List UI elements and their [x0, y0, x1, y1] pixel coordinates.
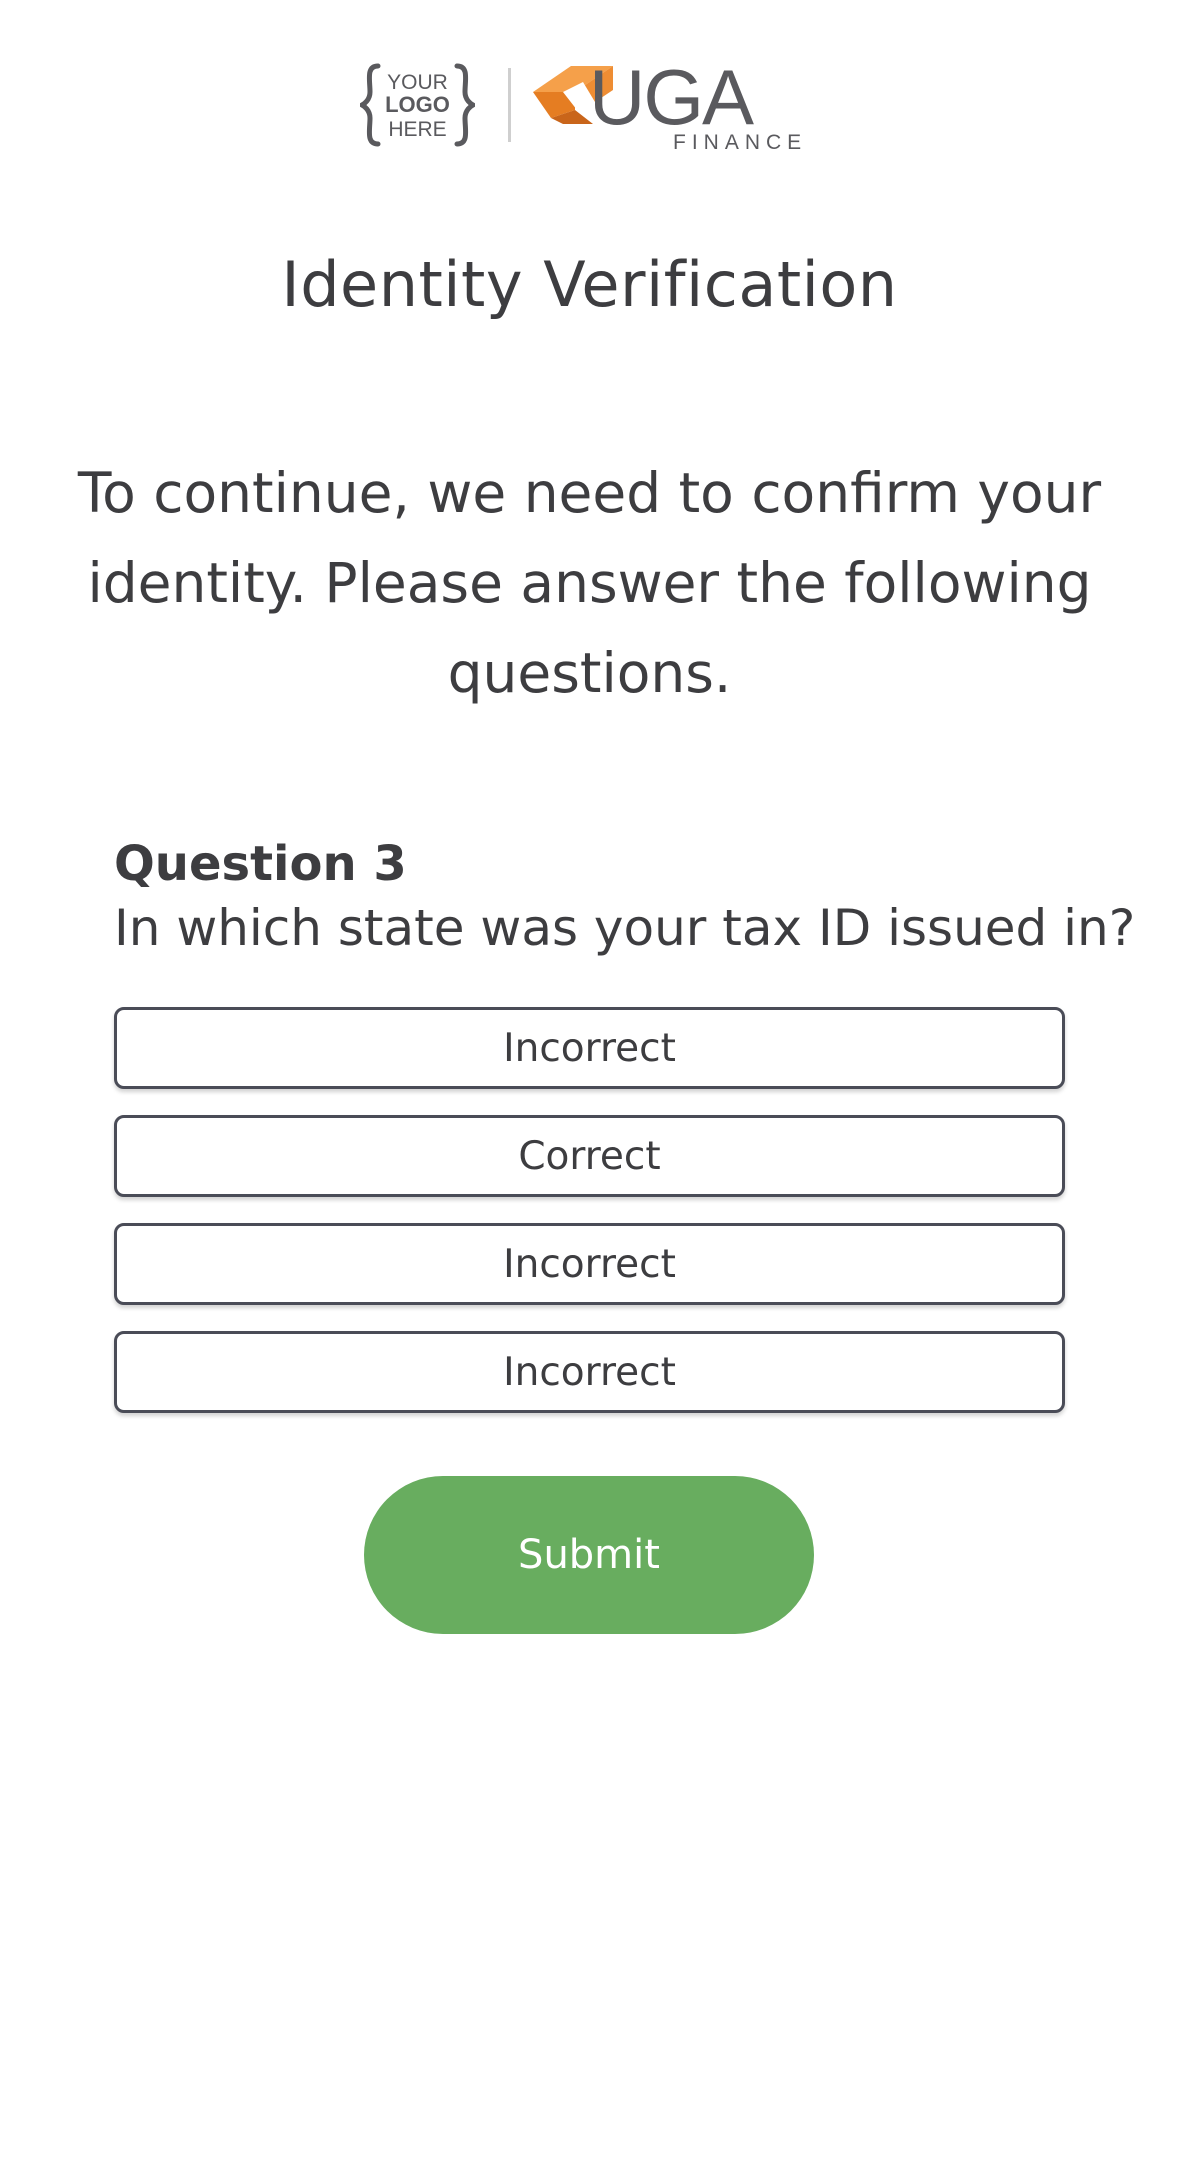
question-text: In which state was your tax ID issued in… — [114, 899, 1136, 957]
header: YOUR LOGO HERE UGA FINANCE — [0, 60, 1179, 160]
partner-logo-line3: HERE — [388, 118, 446, 141]
uga-brand-name: UGA — [589, 60, 754, 141]
answer-option-2[interactable]: Correct — [114, 1115, 1065, 1197]
page-title: Identity Verification — [281, 248, 898, 321]
partner-logo-line2: LOGO — [385, 92, 450, 117]
answer-option-4[interactable]: Incorrect — [114, 1331, 1065, 1413]
submit-button[interactable]: Submit — [364, 1476, 814, 1634]
uga-brand-subtitle: FINANCE — [673, 131, 807, 152]
uga-finance-logo: UGA FINANCE — [533, 60, 807, 152]
answer-option-3[interactable]: Incorrect — [114, 1223, 1065, 1305]
question-block: Question 3 In which state was your tax I… — [114, 832, 1136, 960]
question-number: Question 3 — [114, 836, 407, 892]
partner-logo-placeholder: YOUR LOGO HERE — [360, 63, 475, 147]
intro-text: To continue, we need to confirm your ide… — [77, 461, 1102, 705]
left-brace-icon — [360, 63, 381, 147]
answer-options: Incorrect Correct Incorrect Incorrect — [114, 1007, 1065, 1439]
right-brace-icon — [454, 63, 475, 147]
logo-divider — [508, 68, 511, 142]
answer-option-1[interactable]: Incorrect — [114, 1007, 1065, 1089]
partner-logo-line1: YOUR — [387, 71, 448, 94]
